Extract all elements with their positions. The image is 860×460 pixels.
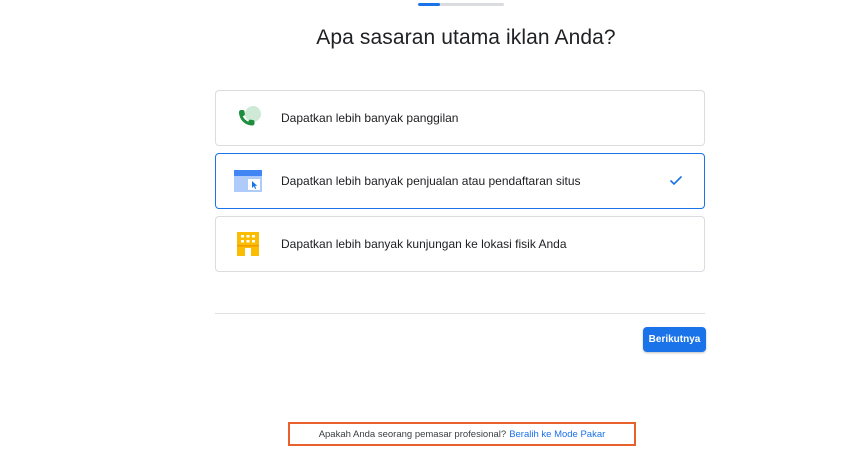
page-title: Apa sasaran utama iklan Anda? <box>316 26 616 49</box>
goal-option-label: Dapatkan lebih banyak panggilan <box>281 111 459 125</box>
progress-bar <box>418 3 504 6</box>
goal-option-store-visits[interactable]: Dapatkan lebih banyak kunjungan ke lokas… <box>215 216 705 272</box>
storefront-icon <box>233 229 263 259</box>
expert-mode-link[interactable]: Beralih ke Mode Pakar <box>509 429 605 440</box>
expert-mode-prompt: Apakah Anda seorang pemasar profesional?… <box>288 422 636 446</box>
pro-prompt-text: Apakah Anda seorang pemasar profesional? <box>318 428 507 440</box>
divider <box>215 313 705 314</box>
phone-icon <box>233 103 263 133</box>
website-icon <box>233 166 263 196</box>
goal-option-calls[interactable]: Dapatkan lebih banyak panggilan <box>215 90 705 146</box>
goal-option-website-sales[interactable]: Dapatkan lebih banyak penjualan atau pen… <box>215 153 705 209</box>
next-button[interactable]: Berikutnya <box>643 327 706 352</box>
goal-selection-page: Apa sasaran utama iklan Anda? Dapatkan l… <box>0 0 860 460</box>
progress-bar-fill <box>418 3 440 6</box>
goal-option-label: Dapatkan lebih banyak penjualan atau pen… <box>281 174 581 188</box>
goal-option-label: Dapatkan lebih banyak kunjungan ke lokas… <box>281 237 567 251</box>
check-icon <box>669 175 683 186</box>
